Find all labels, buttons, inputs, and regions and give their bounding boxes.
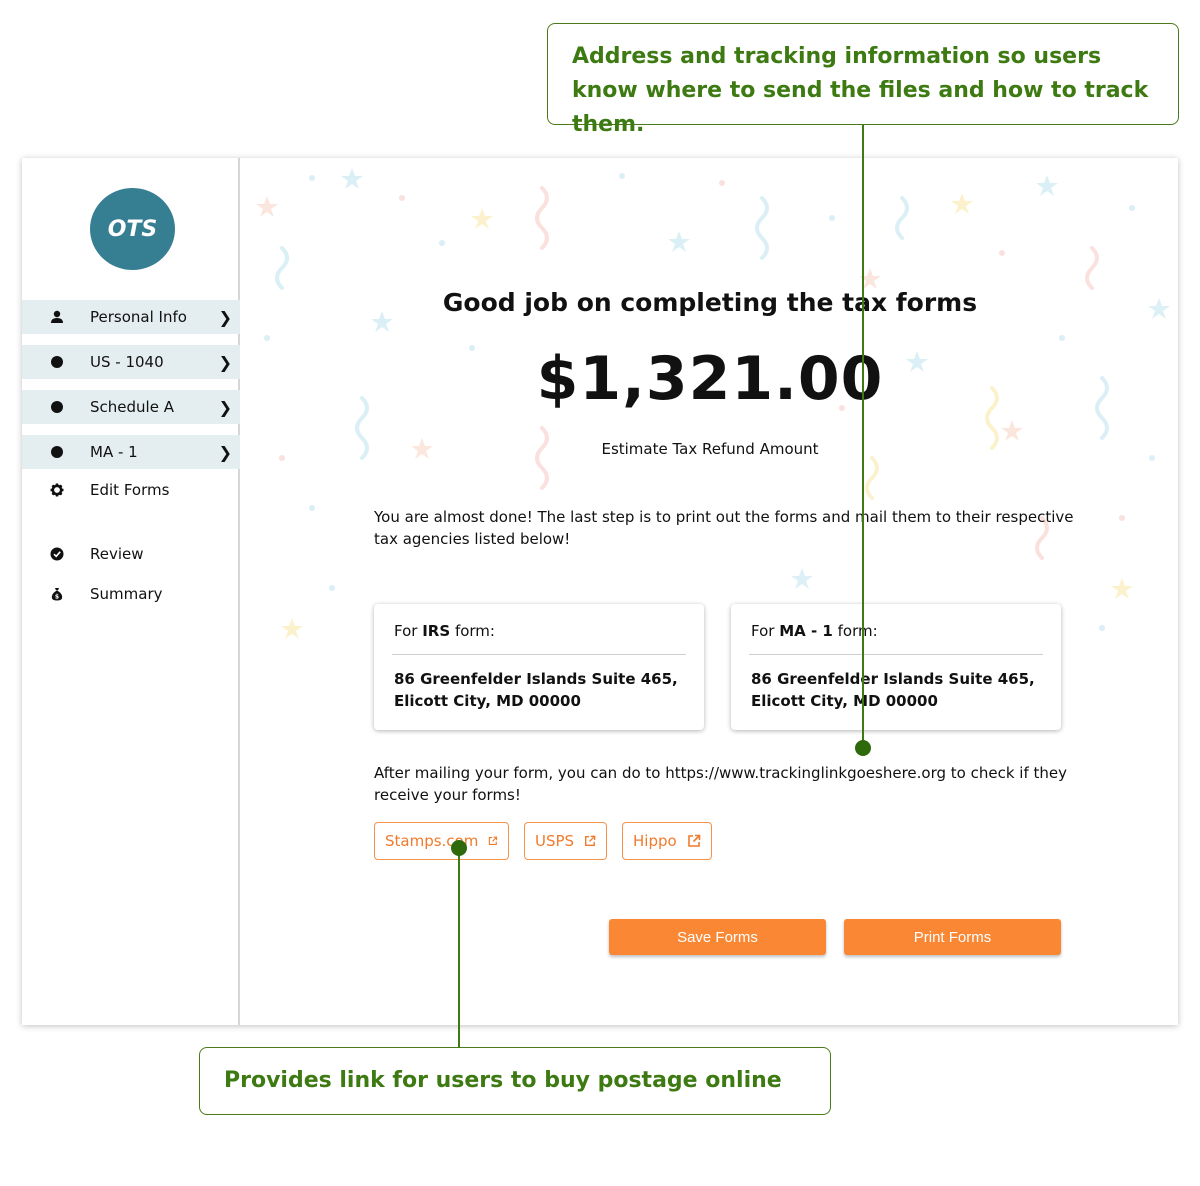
chevron-right-icon: ❯ xyxy=(218,442,232,462)
money-bag-icon: $ xyxy=(50,587,64,601)
card-address: 86 Greenfelder Islands Suite 465, Elicot… xyxy=(394,670,678,710)
gear-icon xyxy=(50,483,64,497)
card-divider xyxy=(392,654,686,655)
hippo-link[interactable]: Hippo xyxy=(622,822,712,860)
sidebar-item-edit-forms[interactable]: Edit Forms xyxy=(22,473,240,507)
sidebar-item-review[interactable]: Review xyxy=(22,537,240,571)
link-label: USPS xyxy=(535,832,575,850)
annotation-connector-top xyxy=(862,125,864,749)
annotation-marker-top xyxy=(855,740,871,756)
sidebar-item-schedule-a[interactable]: Schedule A ❯ xyxy=(22,390,240,424)
card-title: For MA - 1 form: xyxy=(751,622,878,640)
save-forms-button[interactable]: Save Forms xyxy=(609,919,826,955)
stamps-com-link[interactable]: Stamps.com xyxy=(374,822,509,860)
sidebar-item-label: Review xyxy=(90,545,144,563)
sidebar-item-personal-info[interactable]: Personal Info ❯ xyxy=(22,300,240,334)
tracking-text: After mailing your form, you can do to h… xyxy=(374,764,1067,804)
bullet-icon xyxy=(50,355,64,369)
instructions-text: You are almost done! The last step is to… xyxy=(374,508,1074,548)
sidebar-item-summary[interactable]: $ Summary xyxy=(22,577,240,611)
annotation-marker-bottom xyxy=(451,840,467,856)
sidebar-item-label: MA - 1 xyxy=(90,443,138,461)
chevron-right-icon: ❯ xyxy=(218,307,232,327)
card-address: 86 Greenfelder Islands Suite 465, Elicot… xyxy=(751,670,1035,710)
ots-logo: OTS xyxy=(90,188,175,270)
refund-amount: $1,321.00 xyxy=(536,344,884,414)
annotation-tracking-info: Address and tracking information so user… xyxy=(547,23,1179,137)
svg-text:$: $ xyxy=(55,594,59,601)
sidebar-item-label: Summary xyxy=(90,585,163,603)
main-content: Good job on completing the tax forms $1,… xyxy=(242,158,1178,1025)
annotation-postage-links: Provides link for users to buy postage o… xyxy=(199,1047,831,1115)
user-icon xyxy=(50,310,64,324)
sidebar: OTS Personal Info ❯ US - 1040 ❯ Schedule… xyxy=(22,158,240,1025)
sidebar-item-label: Personal Info xyxy=(90,308,187,326)
sidebar-item-us-1040[interactable]: US - 1040 ❯ xyxy=(22,345,240,379)
bullet-icon xyxy=(50,400,64,414)
sidebar-item-ma-1[interactable]: MA - 1 ❯ xyxy=(22,435,240,469)
print-forms-button[interactable]: Print Forms xyxy=(844,919,1061,955)
irs-address-card: For IRS form: 86 Greenfelder Islands Sui… xyxy=(374,604,704,730)
card-divider xyxy=(749,654,1043,655)
external-link-icon xyxy=(687,834,700,847)
sidebar-item-label: Edit Forms xyxy=(90,481,170,499)
usps-link[interactable]: USPS xyxy=(524,822,607,860)
bullet-icon xyxy=(50,445,64,459)
chevron-right-icon: ❯ xyxy=(218,397,232,417)
sidebar-item-label: Schedule A xyxy=(90,398,174,416)
chevron-right-icon: ❯ xyxy=(218,352,232,372)
refund-amount-label: Estimate Tax Refund Amount xyxy=(601,440,819,458)
app-window: OTS Personal Info ❯ US - 1040 ❯ Schedule… xyxy=(22,158,1178,1025)
annotation-connector-bottom xyxy=(458,849,460,1048)
sidebar-item-label: US - 1040 xyxy=(90,353,164,371)
link-label: Hippo xyxy=(633,832,677,850)
check-circle-icon xyxy=(50,547,64,561)
page-title: Good job on completing the tax forms xyxy=(442,288,978,317)
external-link-icon xyxy=(489,836,498,845)
card-title: For IRS form: xyxy=(394,622,495,640)
ma-1-address-card: For MA - 1 form: 86 Greenfelder Islands … xyxy=(731,604,1061,730)
external-link-icon xyxy=(585,835,596,846)
